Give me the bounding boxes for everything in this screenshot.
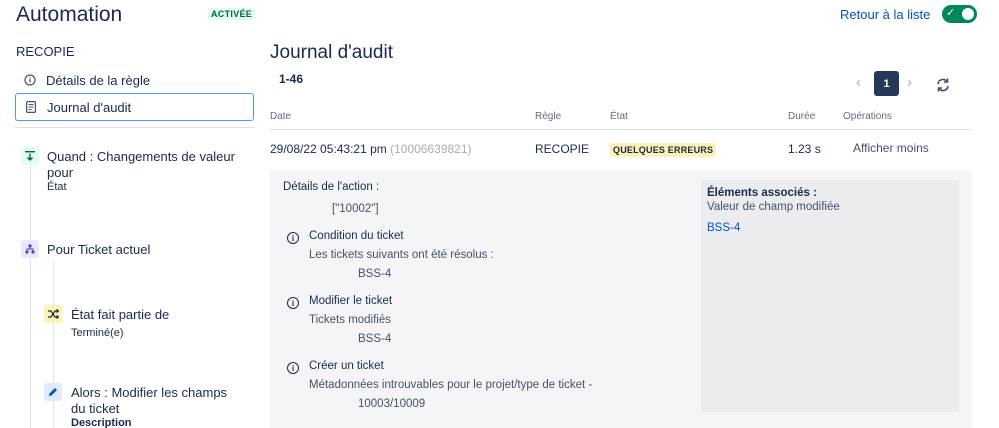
step-action-title[interactable]: Alors : Modifier les champs du ticket [71, 385, 241, 417]
row-rule: RECOPIE [535, 142, 590, 156]
col-header-status: État [610, 111, 628, 122]
info-icon: i [287, 362, 299, 374]
audit-log-title: Journal d'audit [270, 42, 393, 63]
detail-item-desc: Métadonnées introuvables pour le projet/… [309, 379, 593, 391]
branch-icon [21, 240, 39, 258]
check-icon: ✓ [946, 7, 956, 19]
page-title: Automation [16, 3, 123, 26]
row-status-badge: QUELQUES ERREURS [610, 143, 717, 157]
row-id: (10006639821) [390, 142, 472, 156]
pencil-icon [44, 383, 62, 401]
detail-item-value: 10003/10009 [358, 398, 426, 410]
show-less-link[interactable]: Afficher moins [853, 141, 929, 155]
detail-item-title: Condition du ticket [309, 230, 404, 242]
associated-sub: Valeur de champ modifiée [707, 201, 840, 213]
row-duration: 1.23 s [788, 142, 821, 156]
step-trigger-sub: État [47, 181, 67, 193]
chevron-right-icon[interactable]: › [907, 74, 912, 91]
step-trigger-title[interactable]: Quand : Changements de valeur pour [47, 149, 242, 181]
step-condition-title[interactable]: État fait partie de [71, 307, 169, 323]
step-condition-sub: Terminé(e) [71, 327, 124, 339]
refresh-icon[interactable] [935, 77, 951, 98]
rule-enabled-toggle[interactable]: ✓ [942, 5, 977, 23]
info-icon [23, 73, 37, 87]
nav-label: Détails de la règle [46, 72, 151, 88]
detail-item-desc: Tickets modifiés [309, 314, 392, 326]
nav-rule-details[interactable]: Détails de la règle [15, 66, 254, 94]
document-icon [24, 100, 38, 114]
associated-heading: Éléments associés : [707, 187, 817, 199]
rule-name: RECOPIE [16, 44, 75, 59]
associated-ticket-link[interactable]: BSS-4 [707, 222, 740, 234]
sidebar-divider [15, 127, 254, 128]
details-value: ["10002"] [332, 203, 379, 215]
info-icon: i [287, 232, 299, 244]
row-date: 29/08/22 05:43:21 pm [270, 142, 387, 156]
table-row: 29/08/22 05:43:21 pm (10006639821) [270, 142, 472, 156]
detail-item-title: Modifier le ticket [309, 295, 393, 307]
col-header-duration: Durée [788, 111, 816, 122]
status-badge: ACTIVÉE [208, 8, 256, 20]
detail-item-desc: Les tickets suivants ont été résolus : [309, 249, 494, 261]
info-icon: i [287, 297, 299, 309]
detail-item-value: BSS-4 [358, 333, 392, 345]
trigger-icon [21, 147, 39, 165]
step-connector [30, 160, 31, 428]
col-header-operations: Opérations [843, 111, 892, 122]
table-header-divider [270, 129, 972, 130]
detail-item-value: BSS-4 [358, 268, 392, 280]
result-range: 1-46 [279, 72, 304, 86]
associated-items-panel [701, 180, 959, 412]
nav-audit-log[interactable]: Journal d'audit [15, 93, 254, 121]
col-header-rule: Règle [535, 111, 562, 122]
details-heading: Détails de l'action : [283, 181, 380, 193]
back-to-list-link[interactable]: Retour à la liste [840, 7, 930, 22]
step-action-sub: Description [71, 417, 132, 428]
toggle-knob [962, 8, 974, 20]
nav-label: Journal d'audit [47, 99, 132, 115]
col-header-date: Date [270, 111, 292, 122]
chevron-left-icon[interactable]: ‹ [856, 74, 861, 91]
step-connector-nested [53, 262, 54, 428]
detail-item-title: Créer un ticket [309, 360, 384, 372]
step-branch-title[interactable]: Pour Ticket actuel [47, 242, 150, 258]
page-current[interactable]: 1 [874, 71, 899, 96]
shuffle-icon [44, 305, 62, 323]
